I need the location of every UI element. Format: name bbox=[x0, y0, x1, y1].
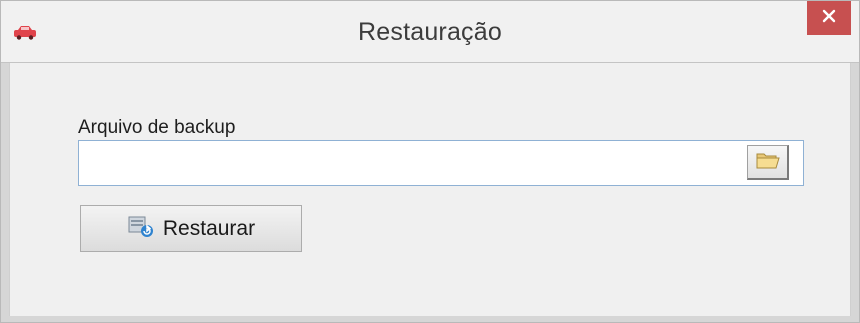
close-button[interactable] bbox=[807, 1, 851, 35]
restore-database-icon bbox=[127, 214, 155, 243]
restore-dialog: Restauração Arquivo de backup Restaurar bbox=[0, 0, 860, 323]
folder-open-icon bbox=[755, 150, 781, 175]
window-title: Restauração bbox=[358, 18, 502, 46]
browse-file-button[interactable] bbox=[747, 145, 789, 180]
dialog-body: Arquivo de backup Restaurar bbox=[9, 63, 851, 316]
backup-file-label: Arquivo de backup bbox=[78, 117, 236, 138]
close-icon bbox=[822, 9, 836, 28]
restore-button-label: Restaurar bbox=[162, 216, 256, 240]
restore-button[interactable]: Restaurar bbox=[80, 205, 302, 252]
title-bar[interactable]: Restauração bbox=[1, 1, 859, 63]
backup-file-input[interactable] bbox=[78, 140, 804, 186]
